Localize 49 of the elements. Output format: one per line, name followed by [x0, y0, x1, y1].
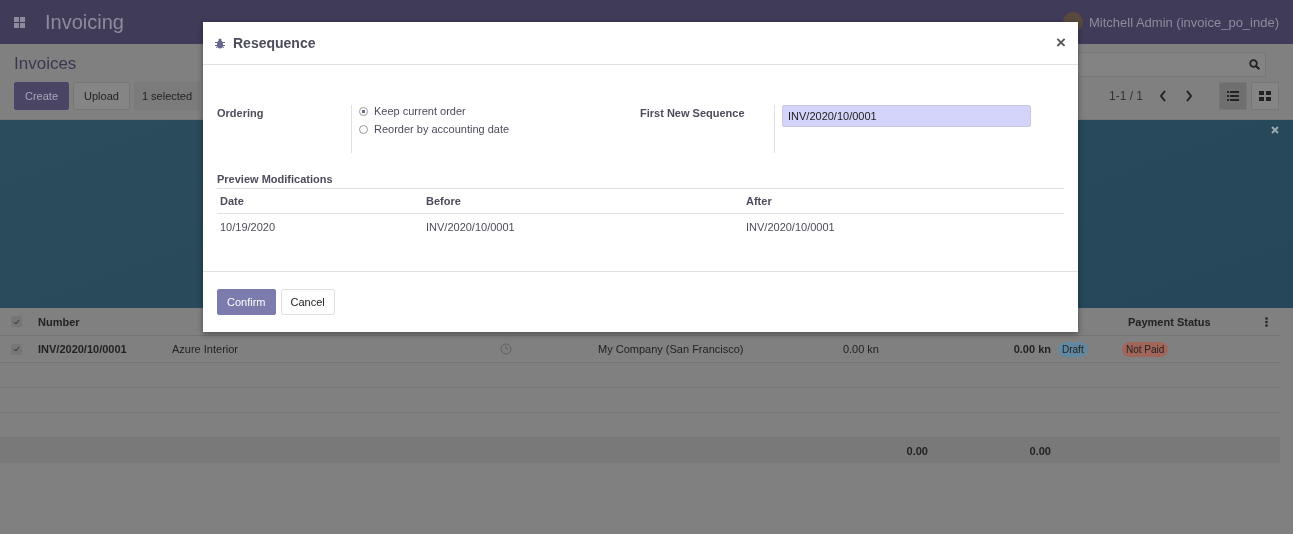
table-cell-text: Azure Interior: [171, 343, 240, 355]
column-header: Before: [425, 195, 462, 207]
table-cell-text: 0.00 kn: [841, 343, 880, 355]
list-view-icon: [1227, 91, 1239, 101]
selection-count: 1 selected: [133, 82, 201, 110]
search-icon: [1249, 59, 1260, 70]
section-title: Preview Modifications: [217, 173, 333, 185]
table-cell-text: 10/19/2020: [219, 221, 277, 233]
table-cell-text: My Company (San Francisco): [597, 343, 745, 355]
payment-badge: Not Paid: [1122, 341, 1169, 357]
confirm-button[interactable]: Confirm: [217, 289, 276, 315]
radio-option[interactable]: Keep current order: [359, 105, 510, 117]
sequence-input[interactable]: INV/2020/10/0001: [782, 105, 1031, 127]
next-icon[interactable]: [1185, 90, 1193, 102]
total-cell-text: 0.00: [905, 444, 928, 457]
field-label: Ordering: [217, 106, 265, 119]
column-header: Date: [219, 195, 245, 207]
pager-text: 1-1 / 1: [1108, 89, 1143, 103]
view-switch-button[interactable]: [1251, 82, 1279, 110]
apps-menu-icon[interactable]: [14, 16, 25, 28]
column-header[interactable]: Payment Status: [1122, 315, 1265, 328]
select-all-checkbox[interactable]: [10, 316, 22, 327]
checkmark-icon: [12, 346, 20, 352]
app-title: Invoicing: [45, 10, 124, 34]
bug-icon: [215, 37, 225, 49]
column-header[interactable]: Number: [32, 315, 166, 328]
create-button[interactable]: Create: [14, 82, 70, 110]
status-badge: Draft: [1058, 341, 1088, 357]
row-checkbox[interactable]: [10, 343, 22, 355]
upload-button[interactable]: Upload: [73, 82, 130, 110]
table-cell-text: 0.00 kn: [1012, 343, 1052, 355]
field-label: First New Sequence: [640, 106, 746, 119]
close-button[interactable]: ×: [1054, 33, 1068, 53]
table-cell-text: INV/2020/10/0001: [425, 221, 516, 233]
grid-view-icon: [1259, 91, 1271, 101]
checkmark-icon: [12, 318, 20, 325]
close-icon[interactable]: [1271, 126, 1279, 134]
table-cell-text: INV/2020/10/0001: [37, 343, 128, 355]
cancel-button[interactable]: Cancel: [280, 289, 335, 315]
page-title: Invoices: [14, 54, 77, 74]
total-cell-text: 0.00: [1028, 444, 1051, 457]
user-menu[interactable]: Mitchell Admin (invoice_po_inde): [1088, 14, 1279, 30]
column-header: After: [745, 195, 773, 207]
dialog-title: Resequence: [233, 35, 316, 51]
column-options-icon[interactable]: [1265, 316, 1268, 327]
radio-option[interactable]: Reorder by accounting date: [359, 123, 510, 135]
previous-icon[interactable]: [1159, 90, 1167, 102]
view-switch-button[interactable]: [1219, 82, 1247, 110]
table-cell-text: INV/2020/10/0001: [745, 221, 836, 233]
